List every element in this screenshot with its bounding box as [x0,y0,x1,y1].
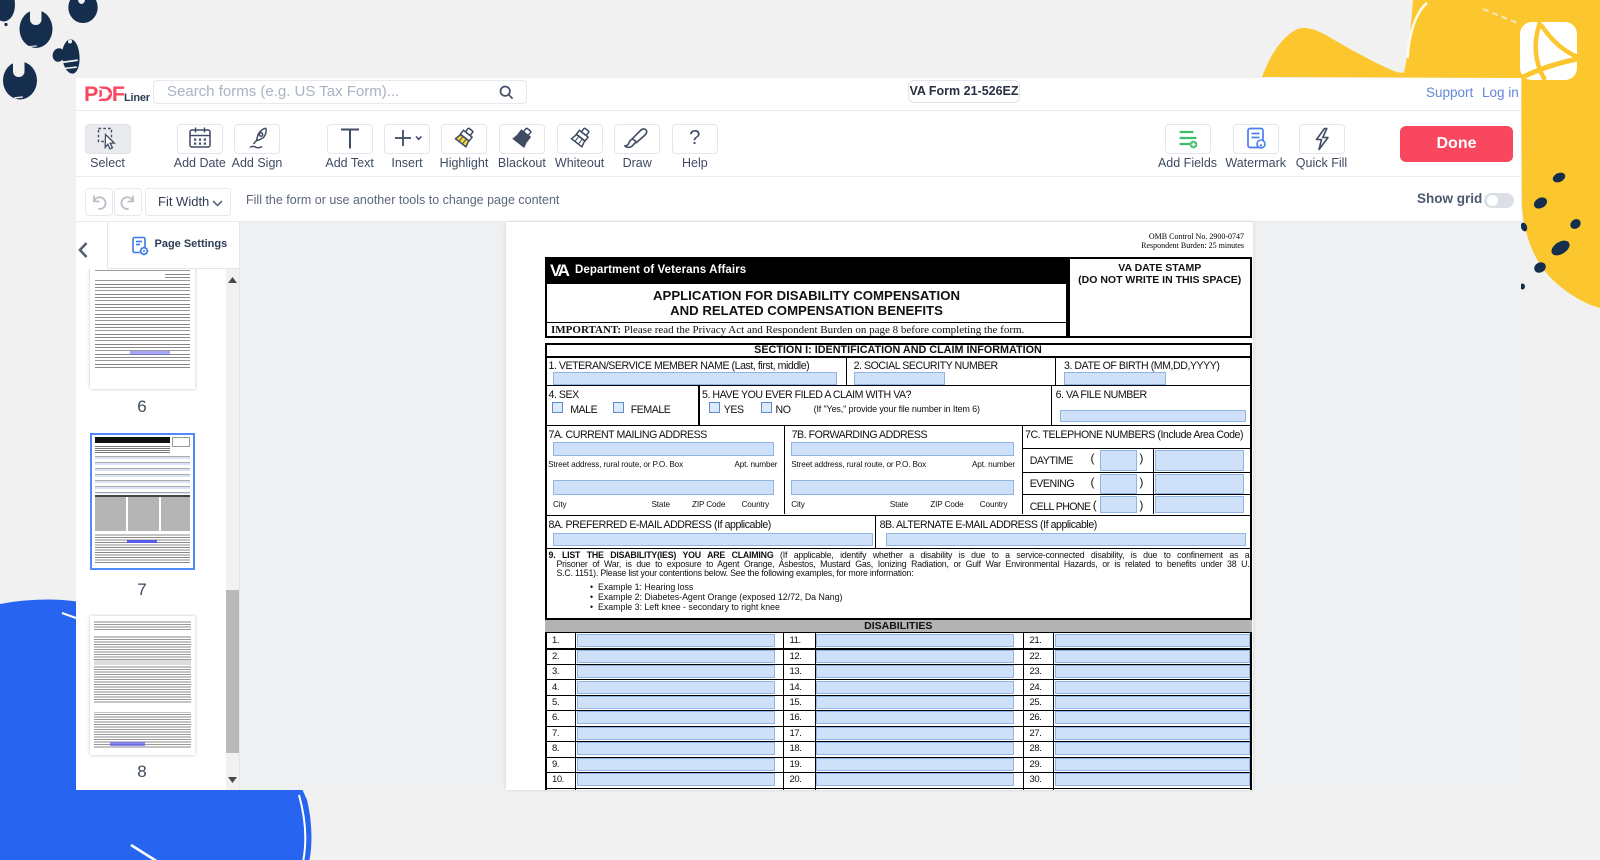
svg-text:VA: VA [550,261,570,280]
